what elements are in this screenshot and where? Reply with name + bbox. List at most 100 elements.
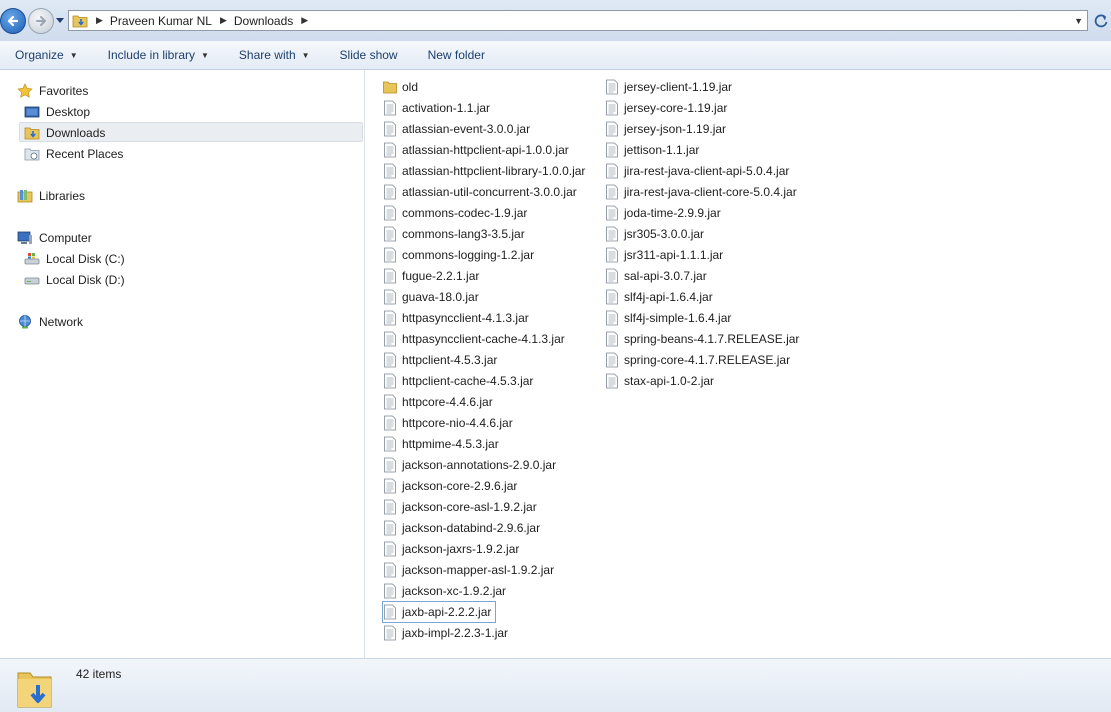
nav-network[interactable]: Network bbox=[17, 311, 83, 332]
file-item[interactable]: jersey-client-1.19.jar bbox=[605, 77, 732, 97]
file-item[interactable]: spring-beans-4.1.7.RELEASE.jar bbox=[605, 329, 799, 349]
chevron-down-icon: ▼ bbox=[301, 50, 310, 60]
jar-file-icon bbox=[384, 226, 396, 242]
file-item[interactable]: httpasyncclient-4.1.3.jar bbox=[383, 308, 529, 328]
file-item[interactable]: spring-core-4.1.7.RELEASE.jar bbox=[605, 350, 790, 370]
system-drive-icon bbox=[24, 252, 40, 264]
file-item[interactable]: jira-rest-java-client-api-5.0.4.jar bbox=[605, 161, 789, 181]
jar-file-icon bbox=[606, 142, 618, 158]
file-item[interactable]: atlassian-event-3.0.0.jar bbox=[383, 119, 530, 139]
details-pane: 42 items bbox=[0, 658, 1111, 712]
file-item[interactable]: jaxb-impl-2.2.3-1.jar bbox=[383, 623, 508, 643]
back-button[interactable] bbox=[0, 8, 26, 34]
file-item[interactable]: slf4j-simple-1.6.4.jar bbox=[605, 308, 731, 328]
file-item[interactable]: httpasyncclient-cache-4.1.3.jar bbox=[383, 329, 565, 349]
breadcrumb-separator-icon[interactable]: ▶ bbox=[220, 15, 227, 26]
file-name: atlassian-httpclient-api-1.0.0.jar bbox=[402, 143, 569, 157]
file-item[interactable]: stax-api-1.0-2.jar bbox=[605, 371, 714, 391]
file-item[interactable]: httpcore-nio-4.4.6.jar bbox=[383, 413, 513, 433]
file-item[interactable]: atlassian-httpclient-library-1.0.0.jar bbox=[383, 161, 585, 181]
nav-local-disk-c[interactable]: Local Disk (C:) bbox=[24, 248, 125, 269]
file-name: sal-api-3.0.7.jar bbox=[624, 269, 707, 283]
file-item[interactable]: slf4j-api-1.6.4.jar bbox=[605, 287, 713, 307]
share-with-button[interactable]: Share with ▼ bbox=[239, 48, 310, 62]
jar-file-icon bbox=[606, 289, 618, 305]
breadcrumb-downloads[interactable]: Downloads bbox=[234, 14, 293, 28]
jar-file-icon bbox=[384, 289, 396, 305]
jar-file-icon bbox=[606, 247, 618, 263]
file-name: httpclient-cache-4.5.3.jar bbox=[402, 374, 534, 388]
file-item[interactable]: httpcore-4.4.6.jar bbox=[383, 392, 493, 412]
file-item[interactable]: jackson-annotations-2.9.0.jar bbox=[383, 455, 556, 475]
file-item[interactable]: httpmime-4.5.3.jar bbox=[383, 434, 499, 454]
file-name: atlassian-httpclient-library-1.0.0.jar bbox=[402, 164, 586, 178]
slide-show-button[interactable]: Slide show bbox=[340, 48, 398, 62]
file-item[interactable]: guava-18.0.jar bbox=[383, 287, 479, 307]
nav-downloads[interactable]: Downloads bbox=[24, 122, 105, 143]
file-item[interactable]: jaxb-api-2.2.2.jar bbox=[381, 601, 497, 623]
recent-pages-button[interactable] bbox=[55, 14, 65, 24]
file-item[interactable]: atlassian-util-concurrent-3.0.0.jar bbox=[383, 182, 577, 202]
file-item[interactable]: jackson-databind-2.9.6.jar bbox=[383, 518, 540, 538]
file-item[interactable]: jettison-1.1.jar bbox=[605, 140, 699, 160]
chevron-down-icon bbox=[56, 18, 64, 23]
file-item[interactable]: jackson-core-2.9.6.jar bbox=[383, 476, 517, 496]
nav-libraries[interactable]: Libraries bbox=[17, 185, 85, 206]
file-item[interactable]: jersey-core-1.19.jar bbox=[605, 98, 727, 118]
file-item[interactable]: commons-logging-1.2.jar bbox=[383, 245, 534, 265]
file-item[interactable]: jersey-json-1.19.jar bbox=[605, 119, 726, 139]
nav-computer[interactable]: Computer bbox=[17, 227, 92, 248]
address-dropdown-icon[interactable]: ▼ bbox=[1074, 16, 1083, 26]
file-item[interactable]: activation-1.1.jar bbox=[383, 98, 490, 118]
file-item[interactable]: jira-rest-java-client-core-5.0.4.jar bbox=[605, 182, 797, 202]
file-item[interactable]: jackson-xc-1.9.2.jar bbox=[383, 581, 506, 601]
file-name: jackson-annotations-2.9.0.jar bbox=[402, 458, 557, 472]
chevron-down-icon: ▼ bbox=[201, 50, 209, 60]
nav-desktop[interactable]: Desktop bbox=[24, 101, 90, 122]
breadcrumb-user[interactable]: Praveen Kumar NL bbox=[110, 14, 212, 28]
nav-libraries-label: Libraries bbox=[39, 188, 86, 203]
file-item[interactable]: httpclient-cache-4.5.3.jar bbox=[383, 371, 533, 391]
jar-file-icon bbox=[384, 121, 396, 137]
nav-local-disk-d-label: Local Disk (D:) bbox=[46, 272, 125, 287]
nav-recent-places[interactable]: Recent Places bbox=[24, 143, 123, 164]
organize-button[interactable]: Organize ▼ bbox=[15, 48, 78, 62]
nav-local-disk-d[interactable]: Local Disk (D:) bbox=[24, 269, 125, 290]
jar-file-icon bbox=[384, 352, 396, 368]
forward-button[interactable] bbox=[28, 8, 54, 34]
nav-favorites[interactable]: Favorites bbox=[17, 80, 88, 101]
refresh-button[interactable] bbox=[1092, 12, 1110, 30]
address-field[interactable]: ▶ Praveen Kumar NL ▶ Downloads ▶ ▼ bbox=[68, 10, 1088, 31]
jar-file-icon bbox=[606, 310, 618, 326]
file-name: commons-lang3-3.5.jar bbox=[402, 227, 525, 241]
file-item[interactable]: jsr305-3.0.0.jar bbox=[605, 224, 704, 244]
file-name: fugue-2.2.1.jar bbox=[402, 269, 480, 283]
file-name: slf4j-simple-1.6.4.jar bbox=[624, 311, 732, 325]
file-item[interactable]: joda-time-2.9.9.jar bbox=[605, 203, 721, 223]
file-name: old bbox=[402, 80, 419, 94]
file-item[interactable]: jsr311-api-1.1.1.jar bbox=[605, 245, 723, 265]
file-item[interactable]: commons-lang3-3.5.jar bbox=[383, 224, 525, 244]
file-item[interactable]: jackson-mapper-asl-1.9.2.jar bbox=[383, 560, 554, 580]
file-name: jsr305-3.0.0.jar bbox=[624, 227, 705, 241]
jar-file-icon bbox=[384, 541, 396, 557]
back-arrow-icon bbox=[7, 15, 19, 27]
file-item[interactable]: commons-codec-1.9.jar bbox=[383, 203, 527, 223]
file-item[interactable]: httpclient-4.5.3.jar bbox=[383, 350, 497, 370]
breadcrumb-separator-icon[interactable]: ▶ bbox=[301, 15, 308, 26]
jar-file-icon bbox=[384, 604, 396, 620]
new-folder-button[interactable]: New folder bbox=[428, 48, 485, 62]
jar-file-icon bbox=[606, 100, 618, 116]
breadcrumb-separator-icon[interactable]: ▶ bbox=[96, 15, 103, 26]
file-item[interactable]: old bbox=[383, 77, 418, 97]
jar-file-icon bbox=[384, 247, 396, 263]
file-item[interactable]: jackson-core-asl-1.9.2.jar bbox=[383, 497, 537, 517]
include-in-library-button[interactable]: Include in library ▼ bbox=[108, 48, 209, 62]
slide-show-label: Slide show bbox=[339, 48, 398, 62]
jar-file-icon bbox=[606, 373, 618, 389]
file-item[interactable]: jackson-jaxrs-1.9.2.jar bbox=[383, 539, 519, 559]
file-item[interactable]: fugue-2.2.1.jar bbox=[383, 266, 479, 286]
file-item[interactable]: atlassian-httpclient-api-1.0.0.jar bbox=[383, 140, 569, 160]
file-item[interactable]: sal-api-3.0.7.jar bbox=[605, 266, 707, 286]
file-name: spring-core-4.1.7.RELEASE.jar bbox=[624, 353, 791, 367]
